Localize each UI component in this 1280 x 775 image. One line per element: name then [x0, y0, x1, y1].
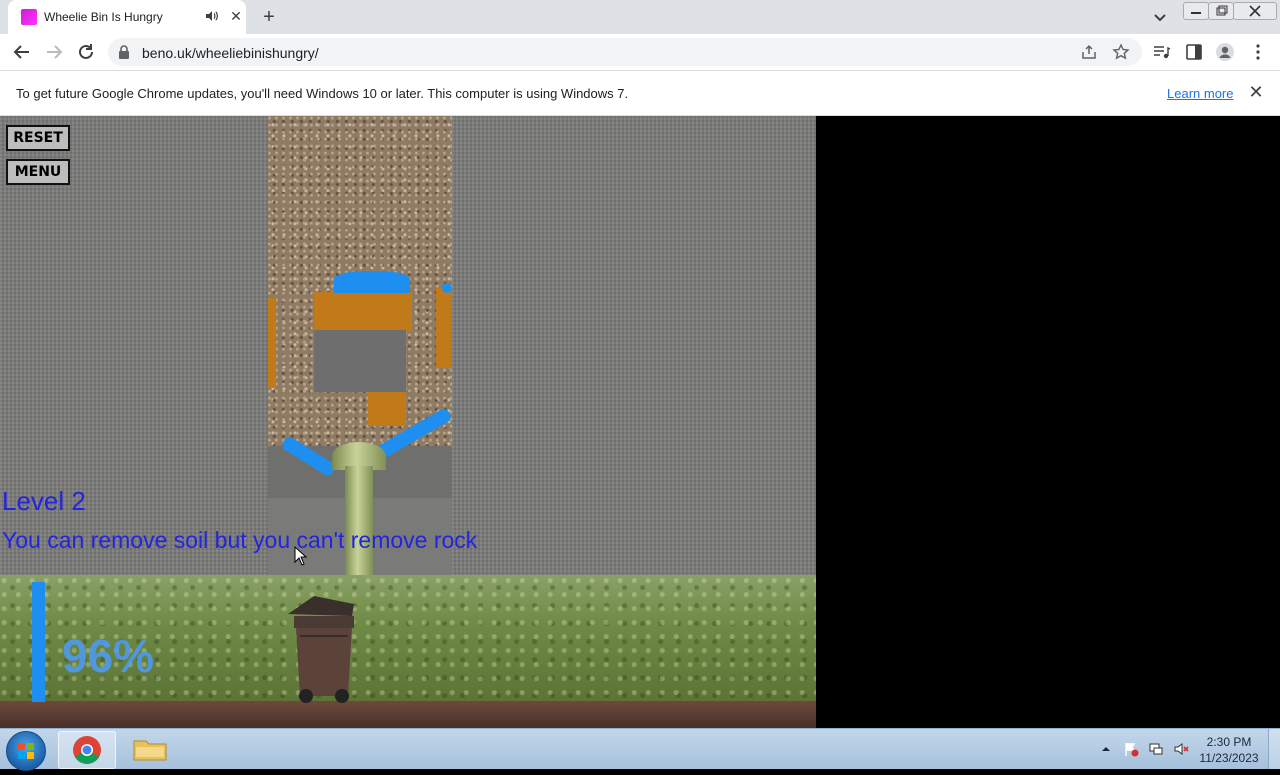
reload-icon[interactable]: [74, 40, 98, 64]
mouse-cursor-icon: [294, 546, 308, 566]
address-bar[interactable]: beno.uk/wheeliebinishungry/: [108, 38, 1142, 66]
water-pool-top: [334, 271, 410, 293]
network-icon[interactable]: [1148, 741, 1164, 757]
lock-icon[interactable]: [118, 45, 130, 59]
level-label: Level 2: [2, 486, 86, 516]
media-control-icon[interactable]: [1151, 42, 1171, 62]
browser-tab[interactable]: Wheelie Bin Is Hungry ✕: [8, 0, 246, 34]
tab-title: Wheelie Bin Is Hungry: [44, 10, 163, 24]
update-infobar: To get future Google Chrome updates, you…: [0, 71, 1280, 116]
volume-muted-icon[interactable]: [1173, 741, 1189, 757]
infobar-message: To get future Google Chrome updates, you…: [16, 86, 629, 101]
show-hidden-icons-icon[interactable]: [1098, 741, 1114, 757]
menu-button[interactable]: MENU: [6, 159, 70, 185]
learn-more-link[interactable]: Learn more: [1167, 86, 1233, 101]
forward-arrow-icon[interactable]: [42, 40, 66, 64]
browser-toolbar: beno.uk/wheeliebinishungry/: [0, 34, 1280, 71]
infobar-close-icon[interactable]: ✕: [1247, 83, 1265, 101]
fill-percent: 96%: [62, 630, 155, 682]
share-icon[interactable]: [1080, 43, 1098, 61]
side-panel-icon[interactable]: [1184, 42, 1204, 62]
tab-strip: Wheelie Bin Is Hungry ✕ +: [0, 0, 1280, 34]
background-wall-right: [452, 116, 816, 576]
new-tab-button[interactable]: +: [258, 6, 280, 28]
show-desktop-button[interactable]: [1268, 729, 1280, 769]
rock-block: [314, 330, 406, 392]
windows-logo-icon: [18, 743, 34, 759]
soil-block[interactable]: [268, 298, 276, 388]
folder-icon: [133, 740, 167, 761]
soil-block[interactable]: [368, 392, 406, 426]
clock-time: 2:30 PM: [1206, 735, 1252, 749]
soil-block[interactable]: [314, 292, 412, 332]
fill-meter-bar: [32, 582, 45, 702]
taskbar-explorer-button[interactable]: [122, 731, 178, 767]
action-center-flag-icon[interactable]: [1123, 741, 1139, 757]
level-hint: You can remove soil but you can't remove…: [2, 527, 478, 553]
minimize-button[interactable]: [1183, 2, 1209, 20]
wheelie-bin-icon: [288, 596, 354, 703]
url-text[interactable]: beno.uk/wheeliebinishungry/: [142, 45, 319, 61]
tab-close-icon[interactable]: ✕: [228, 8, 244, 24]
ground-strip: [0, 701, 816, 728]
bookmark-star-icon[interactable]: [1112, 43, 1130, 61]
more-menu-icon[interactable]: [1248, 42, 1268, 62]
taskbar-chrome-button[interactable]: [58, 731, 116, 769]
soil-block[interactable]: [436, 288, 452, 368]
chrome-icon: [73, 736, 101, 764]
reset-button[interactable]: RESET: [6, 125, 70, 151]
back-arrow-icon[interactable]: [10, 40, 34, 64]
window-close-button[interactable]: [1233, 2, 1277, 20]
audio-playing-icon[interactable]: [205, 9, 219, 23]
clock-date: 11/23/2023: [1199, 751, 1259, 765]
system-clock[interactable]: 2:30 PM 11/23/2023: [1196, 734, 1262, 766]
restore-button[interactable]: [1208, 2, 1234, 20]
windows-taskbar: 2:30 PM 11/23/2023: [0, 728, 1280, 771]
profile-avatar-icon[interactable]: [1215, 42, 1235, 62]
game-canvas[interactable]: RESET MENU Level 2 You can remove soil b…: [0, 116, 816, 728]
tab-search-chevron-icon[interactable]: [1150, 7, 1170, 27]
start-button[interactable]: [6, 731, 46, 771]
site-favicon-icon: [21, 9, 37, 25]
water-drop: [442, 283, 452, 293]
